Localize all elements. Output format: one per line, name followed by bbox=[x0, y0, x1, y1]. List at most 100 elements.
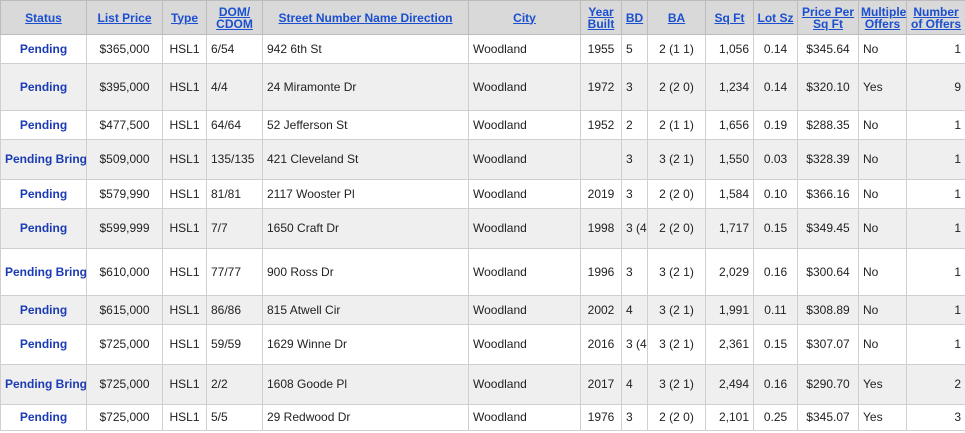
city-cell: Woodland bbox=[468, 404, 581, 431]
address-cell[interactable]: 52 Jefferson St bbox=[262, 110, 469, 140]
sq-ft-cell: 2,361 bbox=[705, 324, 754, 365]
list-price-cell: $615,000 bbox=[86, 295, 163, 325]
price-per-sq-ft-cell: $288.35 bbox=[797, 110, 859, 140]
ba-cell: 2 (1 1) bbox=[647, 110, 706, 140]
price-per-sq-ft-cell: $300.64 bbox=[797, 248, 859, 296]
column-header-dom-cdom[interactable]: DOM/ CDOM bbox=[206, 0, 263, 35]
status-cell[interactable]: Pending Bring Backup bbox=[0, 364, 87, 405]
lot-sz-cell: 0.14 bbox=[753, 63, 798, 111]
column-header-address[interactable]: Street Number Name Direction bbox=[262, 0, 469, 35]
column-header-ba[interactable]: BA bbox=[647, 0, 706, 35]
column-header-price-per-sq-ft[interactable]: Price Per Sq Ft bbox=[797, 0, 859, 35]
bd-cell: 3 bbox=[621, 404, 648, 431]
header-row: Status List Price Type DOM/ CDOM Street … bbox=[0, 0, 965, 35]
number-of-offers-cell: 2 bbox=[906, 364, 965, 405]
table-row[interactable]: Pending $725,000 HSL1 5/5 29 Redwood Dr … bbox=[0, 404, 965, 431]
type-cell: HSL1 bbox=[162, 179, 207, 209]
city-cell: Woodland bbox=[468, 324, 581, 365]
lot-sz-cell: 0.14 bbox=[753, 34, 798, 64]
column-header-number-of-offers[interactable]: Number of Offers bbox=[906, 0, 965, 35]
address-cell[interactable]: 29 Redwood Dr bbox=[262, 404, 469, 431]
multiple-offers-cell: No bbox=[858, 179, 907, 209]
table-row[interactable]: Pending $365,000 HSL1 6/54 942 6th St Wo… bbox=[0, 34, 965, 64]
ba-cell: 3 (2 1) bbox=[647, 248, 706, 296]
multiple-offers-cell: Yes bbox=[858, 364, 907, 405]
sq-ft-cell: 2,101 bbox=[705, 404, 754, 431]
status-cell[interactable]: Pending bbox=[0, 179, 87, 209]
lot-sz-cell: 0.15 bbox=[753, 324, 798, 365]
status-cell[interactable]: Pending bbox=[0, 404, 87, 431]
column-header-status[interactable]: Status bbox=[0, 0, 87, 35]
table-row[interactable]: Pending $725,000 HSL1 59/59 1629 Winne D… bbox=[0, 324, 965, 365]
price-per-sq-ft-cell: $366.16 bbox=[797, 179, 859, 209]
address-cell[interactable]: 1608 Goode Pl bbox=[262, 364, 469, 405]
ba-cell: 2 (2 0) bbox=[647, 63, 706, 111]
column-header-city[interactable]: City bbox=[468, 0, 581, 35]
status-cell[interactable]: Pending bbox=[0, 34, 87, 64]
ba-cell: 2 (1 1) bbox=[647, 34, 706, 64]
number-of-offers-cell: 1 bbox=[906, 34, 965, 64]
number-of-offers-cell: 1 bbox=[906, 139, 965, 180]
ba-cell: 3 (2 1) bbox=[647, 324, 706, 365]
table-row[interactable]: Pending $477,500 HSL1 64/64 52 Jefferson… bbox=[0, 110, 965, 140]
price-per-sq-ft-cell: $328.39 bbox=[797, 139, 859, 180]
number-of-offers-cell: 1 bbox=[906, 208, 965, 249]
sq-ft-cell: 1,234 bbox=[705, 63, 754, 111]
type-cell: HSL1 bbox=[162, 404, 207, 431]
address-cell[interactable]: 815 Atwell Cir bbox=[262, 295, 469, 325]
sq-ft-cell: 1,991 bbox=[705, 295, 754, 325]
address-cell[interactable]: 421 Cleveland St bbox=[262, 139, 469, 180]
status-cell[interactable]: Pending Bring Backup bbox=[0, 248, 87, 296]
status-cell[interactable]: Pending Bring Backup bbox=[0, 139, 87, 180]
list-price-cell: $725,000 bbox=[86, 324, 163, 365]
table-row[interactable]: Pending $599,999 HSL1 7/7 1650 Craft Dr … bbox=[0, 208, 965, 249]
city-cell: Woodland bbox=[468, 139, 581, 180]
status-cell[interactable]: Pending bbox=[0, 110, 87, 140]
table-row[interactable]: Pending $395,000 HSL1 4/4 24 Miramonte D… bbox=[0, 63, 965, 111]
status-cell[interactable]: Pending bbox=[0, 324, 87, 365]
column-header-type[interactable]: Type bbox=[162, 0, 207, 35]
sq-ft-cell: 2,029 bbox=[705, 248, 754, 296]
type-cell: HSL1 bbox=[162, 63, 207, 111]
address-cell[interactable]: 24 Miramonte Dr bbox=[262, 63, 469, 111]
column-header-bd[interactable]: BD bbox=[621, 0, 648, 35]
number-of-offers-cell: 3 bbox=[906, 404, 965, 431]
address-cell[interactable]: 2117 Wooster Pl bbox=[262, 179, 469, 209]
column-header-lot-sz[interactable]: Lot Sz bbox=[753, 0, 798, 35]
column-header-sq-ft[interactable]: Sq Ft bbox=[705, 0, 754, 35]
address-cell[interactable]: 1650 Craft Dr bbox=[262, 208, 469, 249]
type-cell: HSL1 bbox=[162, 208, 207, 249]
column-header-year-built[interactable]: Year Built bbox=[580, 0, 622, 35]
type-cell: HSL1 bbox=[162, 34, 207, 64]
city-cell: Woodland bbox=[468, 208, 581, 249]
lot-sz-cell: 0.11 bbox=[753, 295, 798, 325]
ba-cell: 3 (2 1) bbox=[647, 139, 706, 180]
status-cell[interactable]: Pending bbox=[0, 63, 87, 111]
dom-cell: 81/81 bbox=[206, 179, 263, 209]
table-row[interactable]: Pending Bring Backup $725,000 HSL1 2/2 1… bbox=[0, 364, 965, 405]
list-price-cell: $365,000 bbox=[86, 34, 163, 64]
list-price-cell: $509,000 bbox=[86, 139, 163, 180]
column-header-multiple-offers[interactable]: Multiple Offers bbox=[858, 0, 907, 35]
multiple-offers-cell: No bbox=[858, 324, 907, 365]
table-row[interactable]: Pending $615,000 HSL1 86/86 815 Atwell C… bbox=[0, 295, 965, 325]
city-cell: Woodland bbox=[468, 295, 581, 325]
table-row[interactable]: Pending Bring Backup $610,000 HSL1 77/77… bbox=[0, 248, 965, 296]
address-cell[interactable]: 942 6th St bbox=[262, 34, 469, 64]
sq-ft-cell: 2,494 bbox=[705, 364, 754, 405]
number-of-offers-cell: 9 bbox=[906, 63, 965, 111]
sq-ft-cell: 1,584 bbox=[705, 179, 754, 209]
status-cell[interactable]: Pending bbox=[0, 295, 87, 325]
ba-cell: 3 (2 1) bbox=[647, 364, 706, 405]
city-cell: Woodland bbox=[468, 34, 581, 64]
address-cell[interactable]: 900 Ross Dr bbox=[262, 248, 469, 296]
status-cell[interactable]: Pending bbox=[0, 208, 87, 249]
table-row[interactable]: Pending $579,990 HSL1 81/81 2117 Wooster… bbox=[0, 179, 965, 209]
address-cell[interactable]: 1629 Winne Dr bbox=[262, 324, 469, 365]
column-header-list-price[interactable]: List Price bbox=[86, 0, 163, 35]
price-per-sq-ft-cell: $307.07 bbox=[797, 324, 859, 365]
dom-cell: 77/77 bbox=[206, 248, 263, 296]
bd-cell: 2 bbox=[621, 110, 648, 140]
table-row[interactable]: Pending Bring Backup $509,000 HSL1 135/1… bbox=[0, 139, 965, 180]
sq-ft-cell: 1,656 bbox=[705, 110, 754, 140]
